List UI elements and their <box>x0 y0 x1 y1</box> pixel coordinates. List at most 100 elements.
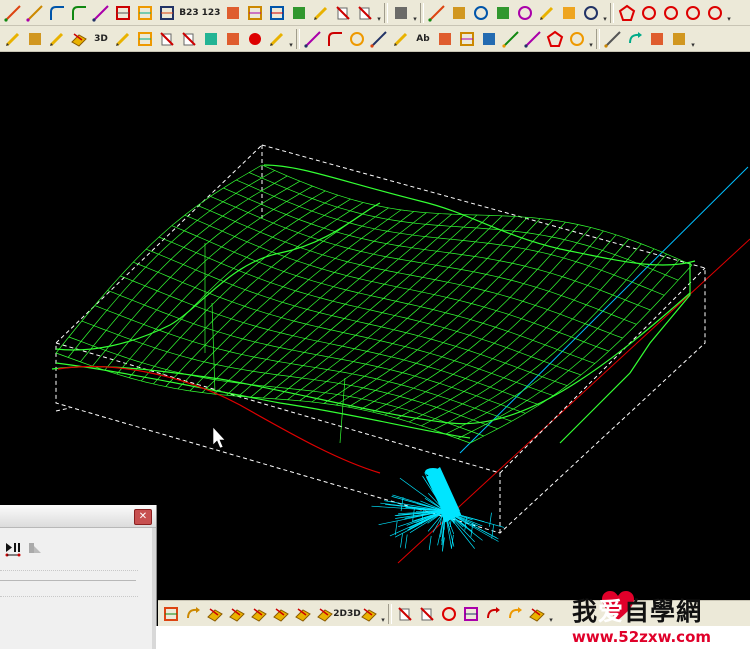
surface-layers-icon[interactable] <box>226 603 248 625</box>
hammer-icon[interactable] <box>156 28 178 50</box>
arc-tool-icon[interactable] <box>68 2 90 24</box>
move-text-icon[interactable] <box>624 28 646 50</box>
surface-shade-icon[interactable] <box>248 603 270 625</box>
toolbar-dropdown[interactable]: ▾ <box>602 2 608 24</box>
mesh-column <box>189 209 402 392</box>
spiral-icon[interactable] <box>682 2 704 24</box>
mesh-row <box>248 172 679 281</box>
truck-icon[interactable] <box>24 28 46 50</box>
circle-snap-icon[interactable] <box>580 2 602 24</box>
polyline-icon[interactable] <box>302 28 324 50</box>
dimension-icon[interactable] <box>222 28 244 50</box>
number-sequence-icon[interactable] <box>222 2 244 24</box>
copy-icon[interactable] <box>394 603 416 625</box>
rectangle-draw-icon[interactable] <box>368 28 390 50</box>
edit-flag-icon[interactable] <box>310 2 332 24</box>
3d-view-icon[interactable]: 3D <box>90 28 112 50</box>
curve-s-icon[interactable] <box>602 28 624 50</box>
cut-icon[interactable] <box>526 603 548 625</box>
square-icon[interactable] <box>134 28 156 50</box>
frame-icon[interactable] <box>266 2 288 24</box>
array-grid-icon[interactable] <box>134 2 156 24</box>
play-pause-icon[interactable] <box>4 540 22 558</box>
pen-check-icon[interactable] <box>2 28 24 50</box>
ellipse-icon[interactable] <box>704 2 726 24</box>
surface-cut-icon[interactable] <box>270 603 292 625</box>
text-123-icon[interactable]: 123 <box>200 2 222 24</box>
gear-circle-icon[interactable] <box>660 2 682 24</box>
tangent-line-icon[interactable] <box>426 2 448 24</box>
rotate-down-icon[interactable] <box>504 603 526 625</box>
horizontal-snap-icon[interactable] <box>448 2 470 24</box>
mesh-column <box>55 164 263 354</box>
panel-close-button[interactable]: ✕ <box>134 509 152 525</box>
toolbar-dropdown[interactable]: ▾ <box>412 2 418 24</box>
mesh-row <box>68 336 485 437</box>
toolbar-dropdown[interactable]: ▾ <box>726 2 732 24</box>
record-icon[interactable] <box>438 603 460 625</box>
intersection-snap-icon[interactable] <box>492 2 514 24</box>
stack-icon[interactable] <box>68 28 90 50</box>
red-dot-icon[interactable] <box>244 28 266 50</box>
layer-icon[interactable] <box>200 28 222 50</box>
surface-edit-icon[interactable] <box>358 603 380 625</box>
grid-frame-icon[interactable] <box>456 28 478 50</box>
wand-icon[interactable] <box>46 28 68 50</box>
formula-icon[interactable] <box>668 28 690 50</box>
toolbar-dropdown[interactable]: ▾ <box>288 28 294 50</box>
toolbar-dropdown[interactable]: ▾ <box>376 2 382 24</box>
toolbar-dropdown[interactable]: ▾ <box>588 28 594 50</box>
step-icon[interactable] <box>26 540 44 558</box>
2d3d-toggle-icon[interactable]: 2D3D <box>333 603 360 625</box>
spline-icon[interactable] <box>500 28 522 50</box>
text-b23-icon[interactable]: B23 <box>178 2 200 24</box>
calendar-icon[interactable] <box>478 28 500 50</box>
magic-wand-icon[interactable] <box>266 28 288 50</box>
rectangle-diagonal-icon[interactable] <box>90 2 112 24</box>
insert-point-icon[interactable] <box>288 2 310 24</box>
text-ab-icon[interactable]: Ab <box>412 28 434 50</box>
toolbar-separator <box>296 28 300 49</box>
center-snap-icon[interactable] <box>470 2 492 24</box>
box-3d-icon[interactable] <box>160 603 182 625</box>
diamond-icon[interactable] <box>544 28 566 50</box>
quadrant-snap-icon[interactable] <box>514 2 536 24</box>
node-edit-icon[interactable] <box>390 28 412 50</box>
gear-tool-icon[interactable] <box>566 28 588 50</box>
trim-icon[interactable] <box>332 2 354 24</box>
surface-s1-icon[interactable] <box>292 603 314 625</box>
second-toolbar: 3D ▾ Ab ▾ ▾ <box>0 26 750 52</box>
watermark-url: www.52zxw.com <box>572 628 712 646</box>
text-style-icon[interactable] <box>434 28 456 50</box>
rotate-up-icon[interactable] <box>482 603 504 625</box>
fillet-chamfer-icon[interactable] <box>46 2 68 24</box>
corner-line-icon[interactable] <box>24 2 46 24</box>
toolbar-dropdown[interactable]: ▾ <box>548 603 554 625</box>
snap-mode-icon[interactable] <box>390 2 412 24</box>
reverse-path-icon[interactable] <box>182 603 204 625</box>
toolbar-dropdown[interactable]: ▾ <box>380 603 386 625</box>
surface-pen-icon[interactable] <box>204 603 226 625</box>
select-icon[interactable] <box>112 28 134 50</box>
script-icon[interactable] <box>646 28 668 50</box>
mouse-cursor <box>212 426 226 449</box>
perpendicular-snap-icon[interactable] <box>536 2 558 24</box>
circle-icon[interactable] <box>638 2 660 24</box>
circle-draw-icon[interactable] <box>346 28 368 50</box>
delete-icon[interactable] <box>416 603 438 625</box>
parallel-snap-icon[interactable] <box>558 2 580 24</box>
frame-icon-b[interactable] <box>460 603 482 625</box>
toolbar-separator <box>388 603 392 624</box>
eraser-icon[interactable] <box>178 28 200 50</box>
bounding-box-icon[interactable] <box>156 2 178 24</box>
polygon-icon[interactable] <box>616 2 638 24</box>
extend-icon[interactable] <box>354 2 376 24</box>
angle-icon[interactable] <box>522 28 544 50</box>
toolbar-dropdown[interactable]: ▾ <box>690 28 696 50</box>
watermark-title: 我爱自學網 <box>572 597 703 626</box>
arc-icon[interactable] <box>324 28 346 50</box>
grid-squares-icon[interactable] <box>244 2 266 24</box>
toolbar-separator <box>596 28 600 49</box>
line-tool-icon[interactable] <box>2 2 24 24</box>
box-grid-icon[interactable] <box>112 2 134 24</box>
